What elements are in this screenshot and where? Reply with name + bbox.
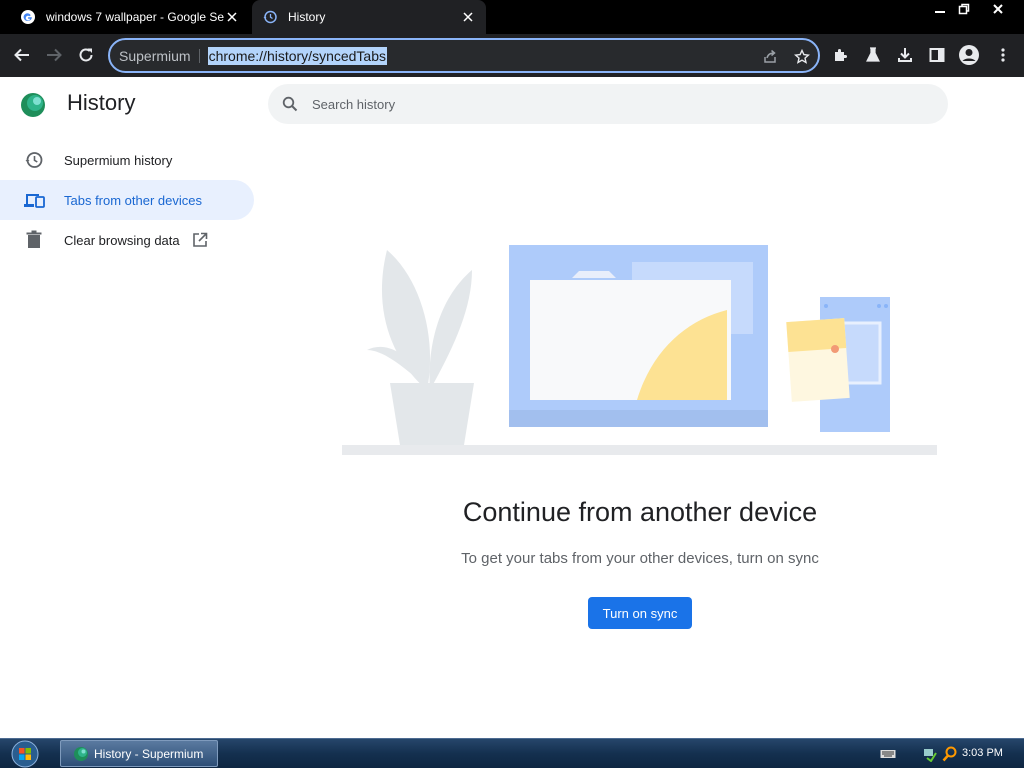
extensions-button[interactable]	[826, 40, 856, 70]
empty-state-heading: Continue from another device	[462, 497, 818, 527]
google-icon	[21, 10, 35, 24]
search-icon	[268, 96, 312, 112]
download-icon	[898, 48, 912, 62]
arrow-left-icon	[14, 48, 29, 62]
profile-button[interactable]	[954, 40, 984, 70]
start-button[interactable]	[8, 740, 42, 768]
sidebar-item-supermium-history[interactable]: Supermium history	[0, 140, 254, 180]
tab-title: windows 7 wallpaper - Google Se	[46, 10, 224, 24]
side-panel-button[interactable]	[922, 40, 952, 70]
tab-strip: windows 7 wallpaper - Google Se History	[0, 0, 1024, 34]
close-tab-icon[interactable]	[460, 9, 476, 25]
close-tab-icon[interactable]	[224, 9, 240, 25]
reload-button[interactable]	[71, 40, 101, 70]
history-page: History Supermium history Tabs from othe…	[0, 77, 1024, 738]
tab-google-search[interactable]: windows 7 wallpaper - Google Se	[10, 0, 250, 34]
address-bar[interactable]: Supermium chrome://history/syncedTabs	[108, 38, 820, 73]
search-tray-icon[interactable]	[942, 746, 958, 762]
page-title: History	[67, 90, 136, 115]
flask-icon	[866, 47, 880, 62]
taskbar-item-supermium[interactable]: History - Supermium	[60, 740, 218, 767]
reload-icon	[79, 48, 93, 62]
search-input[interactable]	[312, 96, 912, 112]
downloads-button[interactable]	[890, 40, 920, 70]
arrow-right-icon	[47, 48, 62, 62]
sidebar-item-tabs-from-other-devices[interactable]: Tabs from other devices	[0, 180, 254, 220]
history-icon	[0, 150, 64, 170]
turn-on-sync-button[interactable]: Turn on sync	[588, 597, 692, 629]
sidebar-item-label: Tabs from other devices	[64, 192, 203, 208]
close-icon[interactable]	[986, 0, 1010, 18]
toolbar: Supermium chrome://history/syncedTabs	[0, 34, 1024, 77]
open-in-new-icon	[192, 232, 208, 248]
puzzle-icon	[835, 49, 847, 61]
tab-title: History	[288, 10, 326, 24]
labs-button[interactable]	[858, 40, 888, 70]
minimize-icon[interactable]	[928, 0, 952, 18]
back-button[interactable]	[7, 40, 37, 70]
star-icon[interactable]	[792, 47, 812, 67]
windows-taskbar: History - Supermium 3:03 PM	[0, 738, 1024, 768]
sidebar-item-label: Supermium history	[64, 152, 173, 168]
menu-button[interactable]	[988, 40, 1018, 70]
avatar-icon	[959, 45, 979, 65]
network-icon[interactable]	[922, 746, 938, 762]
trash-icon	[0, 230, 64, 250]
restore-icon[interactable]	[952, 0, 976, 18]
devices-icon	[0, 191, 64, 209]
search-bar[interactable]	[268, 84, 948, 124]
clock[interactable]: 3:03 PM	[962, 747, 1003, 759]
sidebar-item-label: Clear browsing data	[64, 232, 180, 248]
taskbar-item-label: History - Supermium	[94, 746, 204, 761]
share-icon[interactable]	[760, 47, 780, 67]
sidebar-item-clear-browsing-data[interactable]: Clear browsing data	[0, 220, 254, 260]
keyboard-icon[interactable]	[880, 746, 896, 762]
tab-history[interactable]: History	[252, 0, 486, 34]
forward-button[interactable]	[39, 40, 69, 70]
side-panel-icon	[929, 48, 945, 62]
supermium-logo-icon	[74, 746, 88, 761]
more-vert-icon	[1001, 48, 1005, 62]
empty-state-subtext: To get your tabs from your other devices…	[461, 550, 819, 567]
site-chip[interactable]: Supermium	[110, 48, 200, 63]
devices-illustration	[342, 245, 937, 455]
supermium-logo-icon	[21, 93, 45, 117]
history-icon	[263, 10, 277, 24]
windows-logo-icon	[11, 740, 39, 768]
url-text[interactable]: chrome://history/syncedTabs	[207, 46, 387, 65]
